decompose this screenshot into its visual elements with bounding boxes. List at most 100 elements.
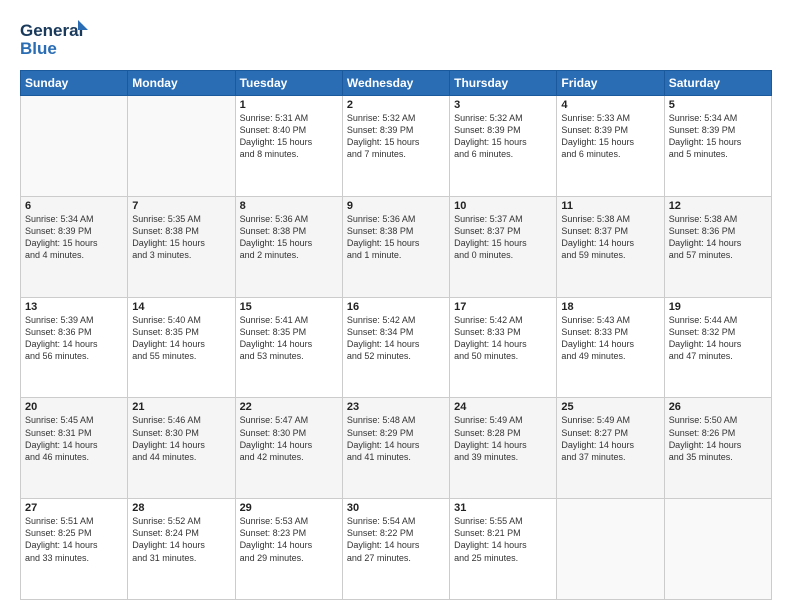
calendar-cell bbox=[21, 96, 128, 197]
calendar-cell: 30Sunrise: 5:54 AM Sunset: 8:22 PM Dayli… bbox=[342, 499, 449, 600]
header: General Blue bbox=[20, 16, 772, 60]
calendar-cell: 18Sunrise: 5:43 AM Sunset: 8:33 PM Dayli… bbox=[557, 297, 664, 398]
day-info: Sunrise: 5:35 AM Sunset: 8:38 PM Dayligh… bbox=[132, 213, 230, 262]
day-number: 15 bbox=[240, 301, 338, 313]
day-number: 31 bbox=[454, 502, 552, 514]
day-number: 24 bbox=[454, 401, 552, 413]
weekday-header-monday: Monday bbox=[128, 71, 235, 96]
calendar-cell: 22Sunrise: 5:47 AM Sunset: 8:30 PM Dayli… bbox=[235, 398, 342, 499]
calendar-cell bbox=[128, 96, 235, 197]
page: General Blue SundayMondayTuesdayWednesda… bbox=[0, 0, 792, 612]
calendar-cell: 15Sunrise: 5:41 AM Sunset: 8:35 PM Dayli… bbox=[235, 297, 342, 398]
calendar-cell: 13Sunrise: 5:39 AM Sunset: 8:36 PM Dayli… bbox=[21, 297, 128, 398]
day-number: 29 bbox=[240, 502, 338, 514]
day-info: Sunrise: 5:43 AM Sunset: 8:33 PM Dayligh… bbox=[561, 314, 659, 363]
day-number: 27 bbox=[25, 502, 123, 514]
day-number: 26 bbox=[669, 401, 767, 413]
day-number: 17 bbox=[454, 301, 552, 313]
day-number: 16 bbox=[347, 301, 445, 313]
weekday-header-row: SundayMondayTuesdayWednesdayThursdayFrid… bbox=[21, 71, 772, 96]
day-info: Sunrise: 5:32 AM Sunset: 8:39 PM Dayligh… bbox=[347, 112, 445, 161]
calendar-cell: 16Sunrise: 5:42 AM Sunset: 8:34 PM Dayli… bbox=[342, 297, 449, 398]
day-number: 22 bbox=[240, 401, 338, 413]
calendar-cell: 9Sunrise: 5:36 AM Sunset: 8:38 PM Daylig… bbox=[342, 196, 449, 297]
weekday-header-saturday: Saturday bbox=[664, 71, 771, 96]
day-number: 10 bbox=[454, 200, 552, 212]
day-number: 9 bbox=[347, 200, 445, 212]
calendar-cell: 5Sunrise: 5:34 AM Sunset: 8:39 PM Daylig… bbox=[664, 96, 771, 197]
week-row-3: 13Sunrise: 5:39 AM Sunset: 8:36 PM Dayli… bbox=[21, 297, 772, 398]
calendar-cell: 29Sunrise: 5:53 AM Sunset: 8:23 PM Dayli… bbox=[235, 499, 342, 600]
day-info: Sunrise: 5:42 AM Sunset: 8:34 PM Dayligh… bbox=[347, 314, 445, 363]
day-info: Sunrise: 5:48 AM Sunset: 8:29 PM Dayligh… bbox=[347, 414, 445, 463]
day-info: Sunrise: 5:31 AM Sunset: 8:40 PM Dayligh… bbox=[240, 112, 338, 161]
calendar-cell: 2Sunrise: 5:32 AM Sunset: 8:39 PM Daylig… bbox=[342, 96, 449, 197]
day-info: Sunrise: 5:51 AM Sunset: 8:25 PM Dayligh… bbox=[25, 515, 123, 564]
day-info: Sunrise: 5:52 AM Sunset: 8:24 PM Dayligh… bbox=[132, 515, 230, 564]
day-number: 25 bbox=[561, 401, 659, 413]
calendar-cell: 3Sunrise: 5:32 AM Sunset: 8:39 PM Daylig… bbox=[450, 96, 557, 197]
calendar-cell: 21Sunrise: 5:46 AM Sunset: 8:30 PM Dayli… bbox=[128, 398, 235, 499]
calendar-cell: 14Sunrise: 5:40 AM Sunset: 8:35 PM Dayli… bbox=[128, 297, 235, 398]
day-number: 20 bbox=[25, 401, 123, 413]
day-info: Sunrise: 5:42 AM Sunset: 8:33 PM Dayligh… bbox=[454, 314, 552, 363]
day-info: Sunrise: 5:38 AM Sunset: 8:36 PM Dayligh… bbox=[669, 213, 767, 262]
day-info: Sunrise: 5:53 AM Sunset: 8:23 PM Dayligh… bbox=[240, 515, 338, 564]
weekday-header-thursday: Thursday bbox=[450, 71, 557, 96]
day-number: 1 bbox=[240, 99, 338, 111]
svg-text:General: General bbox=[20, 21, 83, 40]
day-number: 4 bbox=[561, 99, 659, 111]
day-info: Sunrise: 5:49 AM Sunset: 8:28 PM Dayligh… bbox=[454, 414, 552, 463]
day-info: Sunrise: 5:46 AM Sunset: 8:30 PM Dayligh… bbox=[132, 414, 230, 463]
day-number: 2 bbox=[347, 99, 445, 111]
day-number: 12 bbox=[669, 200, 767, 212]
day-number: 23 bbox=[347, 401, 445, 413]
day-info: Sunrise: 5:55 AM Sunset: 8:21 PM Dayligh… bbox=[454, 515, 552, 564]
day-number: 5 bbox=[669, 99, 767, 111]
day-number: 19 bbox=[669, 301, 767, 313]
day-number: 18 bbox=[561, 301, 659, 313]
day-info: Sunrise: 5:37 AM Sunset: 8:37 PM Dayligh… bbox=[454, 213, 552, 262]
calendar-cell bbox=[664, 499, 771, 600]
weekday-header-wednesday: Wednesday bbox=[342, 71, 449, 96]
day-info: Sunrise: 5:54 AM Sunset: 8:22 PM Dayligh… bbox=[347, 515, 445, 564]
calendar-cell: 19Sunrise: 5:44 AM Sunset: 8:32 PM Dayli… bbox=[664, 297, 771, 398]
calendar-cell: 1Sunrise: 5:31 AM Sunset: 8:40 PM Daylig… bbox=[235, 96, 342, 197]
logo: General Blue bbox=[20, 16, 90, 60]
day-info: Sunrise: 5:33 AM Sunset: 8:39 PM Dayligh… bbox=[561, 112, 659, 161]
week-row-4: 20Sunrise: 5:45 AM Sunset: 8:31 PM Dayli… bbox=[21, 398, 772, 499]
day-number: 21 bbox=[132, 401, 230, 413]
day-info: Sunrise: 5:49 AM Sunset: 8:27 PM Dayligh… bbox=[561, 414, 659, 463]
day-number: 3 bbox=[454, 99, 552, 111]
day-info: Sunrise: 5:45 AM Sunset: 8:31 PM Dayligh… bbox=[25, 414, 123, 463]
calendar-cell: 7Sunrise: 5:35 AM Sunset: 8:38 PM Daylig… bbox=[128, 196, 235, 297]
calendar-cell: 23Sunrise: 5:48 AM Sunset: 8:29 PM Dayli… bbox=[342, 398, 449, 499]
calendar-cell: 27Sunrise: 5:51 AM Sunset: 8:25 PM Dayli… bbox=[21, 499, 128, 600]
weekday-header-sunday: Sunday bbox=[21, 71, 128, 96]
day-info: Sunrise: 5:34 AM Sunset: 8:39 PM Dayligh… bbox=[669, 112, 767, 161]
calendar-cell: 31Sunrise: 5:55 AM Sunset: 8:21 PM Dayli… bbox=[450, 499, 557, 600]
calendar-cell: 8Sunrise: 5:36 AM Sunset: 8:38 PM Daylig… bbox=[235, 196, 342, 297]
calendar-cell: 17Sunrise: 5:42 AM Sunset: 8:33 PM Dayli… bbox=[450, 297, 557, 398]
day-info: Sunrise: 5:34 AM Sunset: 8:39 PM Dayligh… bbox=[25, 213, 123, 262]
calendar-cell: 20Sunrise: 5:45 AM Sunset: 8:31 PM Dayli… bbox=[21, 398, 128, 499]
day-info: Sunrise: 5:38 AM Sunset: 8:37 PM Dayligh… bbox=[561, 213, 659, 262]
day-info: Sunrise: 5:39 AM Sunset: 8:36 PM Dayligh… bbox=[25, 314, 123, 363]
calendar-cell: 10Sunrise: 5:37 AM Sunset: 8:37 PM Dayli… bbox=[450, 196, 557, 297]
calendar-cell: 12Sunrise: 5:38 AM Sunset: 8:36 PM Dayli… bbox=[664, 196, 771, 297]
day-number: 30 bbox=[347, 502, 445, 514]
weekday-header-friday: Friday bbox=[557, 71, 664, 96]
calendar-cell: 11Sunrise: 5:38 AM Sunset: 8:37 PM Dayli… bbox=[557, 196, 664, 297]
day-info: Sunrise: 5:36 AM Sunset: 8:38 PM Dayligh… bbox=[347, 213, 445, 262]
day-number: 8 bbox=[240, 200, 338, 212]
calendar-cell: 4Sunrise: 5:33 AM Sunset: 8:39 PM Daylig… bbox=[557, 96, 664, 197]
calendar-cell: 6Sunrise: 5:34 AM Sunset: 8:39 PM Daylig… bbox=[21, 196, 128, 297]
day-info: Sunrise: 5:44 AM Sunset: 8:32 PM Dayligh… bbox=[669, 314, 767, 363]
calendar-table: SundayMondayTuesdayWednesdayThursdayFrid… bbox=[20, 70, 772, 600]
day-number: 13 bbox=[25, 301, 123, 313]
calendar-cell: 26Sunrise: 5:50 AM Sunset: 8:26 PM Dayli… bbox=[664, 398, 771, 499]
day-number: 28 bbox=[132, 502, 230, 514]
day-number: 14 bbox=[132, 301, 230, 313]
day-number: 6 bbox=[25, 200, 123, 212]
calendar-cell bbox=[557, 499, 664, 600]
